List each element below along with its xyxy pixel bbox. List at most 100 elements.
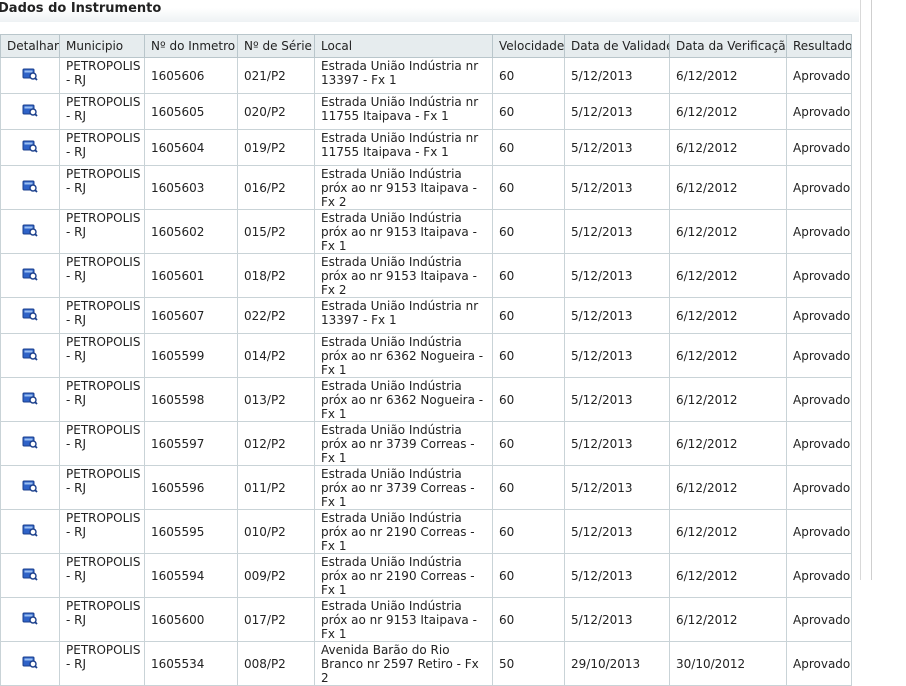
detalhar-cell bbox=[0, 641, 60, 686]
column-header-validade[interactable]: Data de Validade bbox=[564, 34, 670, 58]
validade-cell: 29/10/2013 bbox=[564, 641, 670, 686]
detalhar-cell bbox=[0, 129, 60, 166]
detail-magnifier-icon[interactable] bbox=[22, 307, 38, 321]
verificacao-cell: 6/12/2012 bbox=[669, 333, 787, 378]
table-row: PETROPOLIS - RJ 1605596 011/P2 Estrada Uniã… bbox=[0, 465, 852, 510]
resultado-cell: Aprovado bbox=[786, 509, 852, 554]
local-cell: Estrada União Indústria próx ao nr 2190 … bbox=[314, 553, 493, 598]
inmetro-cell: 1605534 bbox=[144, 641, 238, 686]
serie-cell: 020/P2 bbox=[237, 93, 315, 130]
detail-magnifier-icon[interactable] bbox=[22, 347, 38, 361]
municipio-cell: PETROPOLIS - RJ bbox=[59, 465, 145, 510]
velocidade-cell: 60 bbox=[492, 597, 565, 642]
column-header-velocidade[interactable]: Velocidade bbox=[492, 34, 565, 58]
inmetro-cell: 1605594 bbox=[144, 553, 238, 598]
detalhar-cell bbox=[0, 421, 60, 466]
instrument-table: Detalhar Municipio Nº do Inmetro Nº de S… bbox=[0, 34, 852, 686]
detail-magnifier-icon[interactable] bbox=[22, 179, 38, 193]
column-header-serie[interactable]: Nº de Série bbox=[237, 34, 315, 58]
velocidade-cell: 60 bbox=[492, 209, 565, 254]
detalhar-cell bbox=[0, 209, 60, 254]
validade-cell: 5/12/2013 bbox=[564, 253, 670, 298]
resultado-cell: Aprovado bbox=[786, 165, 852, 210]
detail-magnifier-icon[interactable] bbox=[22, 103, 38, 117]
verificacao-cell: 6/12/2012 bbox=[669, 93, 787, 130]
table-header-row: Detalhar Municipio Nº do Inmetro Nº de S… bbox=[0, 34, 852, 58]
velocidade-cell: 60 bbox=[492, 553, 565, 598]
resultado-cell: Aprovado bbox=[786, 297, 852, 334]
table-row: PETROPOLIS - RJ 1605597 012/P2 Estrada Uniã… bbox=[0, 421, 852, 466]
municipio-cell: PETROPOLIS - RJ bbox=[59, 253, 145, 298]
table-row: PETROPOLIS - RJ 1605606 021/P2 Estrada Uniã… bbox=[0, 57, 852, 94]
table-row: PETROPOLIS - RJ 1605600 017/P2 Estrada Uniã… bbox=[0, 597, 852, 642]
local-cell: Estrada União Indústria próx ao nr 6362 … bbox=[314, 377, 493, 422]
column-header-inmetro[interactable]: Nº do Inmetro bbox=[144, 34, 238, 58]
serie-cell: 008/P2 bbox=[237, 641, 315, 686]
table-row: PETROPOLIS - RJ 1605605 020/P2 Estrada Uniã… bbox=[0, 93, 852, 130]
local-cell: Estrada União Indústria próx ao nr 3739 … bbox=[314, 465, 493, 510]
inmetro-cell: 1605596 bbox=[144, 465, 238, 510]
detalhar-cell bbox=[0, 93, 60, 130]
detail-magnifier-icon[interactable] bbox=[22, 611, 38, 625]
detail-magnifier-icon[interactable] bbox=[22, 523, 38, 537]
scrollbar-track[interactable] bbox=[861, 0, 872, 580]
detail-magnifier-icon[interactable] bbox=[22, 391, 38, 405]
detail-magnifier-icon[interactable] bbox=[22, 567, 38, 581]
section-title: Dados do Instrumento bbox=[0, 1, 162, 16]
inmetro-cell: 1605604 bbox=[144, 129, 238, 166]
inmetro-cell: 1605598 bbox=[144, 377, 238, 422]
validade-cell: 5/12/2013 bbox=[564, 377, 670, 422]
municipio-cell: PETROPOLIS - RJ bbox=[59, 509, 145, 554]
detail-magnifier-icon[interactable] bbox=[22, 267, 38, 281]
column-header-verificacao[interactable]: Data da Verificação bbox=[669, 34, 787, 58]
inmetro-cell: 1605600 bbox=[144, 597, 238, 642]
serie-cell: 010/P2 bbox=[237, 509, 315, 554]
velocidade-cell: 60 bbox=[492, 129, 565, 166]
detail-magnifier-icon[interactable] bbox=[22, 223, 38, 237]
local-cell: Estrada União Indústria próx ao nr 3739 … bbox=[314, 421, 493, 466]
inmetro-cell: 1605603 bbox=[144, 165, 238, 210]
municipio-cell: PETROPOLIS - RJ bbox=[59, 129, 145, 166]
velocidade-cell: 60 bbox=[492, 253, 565, 298]
municipio-cell: PETROPOLIS - RJ bbox=[59, 57, 145, 94]
detalhar-cell bbox=[0, 509, 60, 554]
column-header-resultado[interactable]: Resultado bbox=[786, 34, 852, 58]
instrument-panel: Dados do Instrumento Detalhar Municipio … bbox=[0, 0, 861, 686]
inmetro-cell: 1605595 bbox=[144, 509, 238, 554]
validade-cell: 5/12/2013 bbox=[564, 597, 670, 642]
validade-cell: 5/12/2013 bbox=[564, 553, 670, 598]
velocidade-cell: 60 bbox=[492, 465, 565, 510]
resultado-cell: Aprovado bbox=[786, 93, 852, 130]
verificacao-cell: 6/12/2012 bbox=[669, 253, 787, 298]
verificacao-cell: 6/12/2012 bbox=[669, 597, 787, 642]
detalhar-cell bbox=[0, 377, 60, 422]
validade-cell: 5/12/2013 bbox=[564, 333, 670, 378]
serie-cell: 022/P2 bbox=[237, 297, 315, 334]
detalhar-cell bbox=[0, 597, 60, 642]
detail-magnifier-icon[interactable] bbox=[22, 435, 38, 449]
table-row: PETROPOLIS - RJ 1605603 016/P2 Estrada Uniã… bbox=[0, 165, 852, 210]
detail-magnifier-icon[interactable] bbox=[22, 655, 38, 669]
validade-cell: 5/12/2013 bbox=[564, 465, 670, 510]
serie-cell: 016/P2 bbox=[237, 165, 315, 210]
inmetro-cell: 1605605 bbox=[144, 93, 238, 130]
column-header-municipio[interactable]: Municipio bbox=[59, 34, 145, 58]
velocidade-cell: 60 bbox=[492, 165, 565, 210]
validade-cell: 5/12/2013 bbox=[564, 509, 670, 554]
validade-cell: 5/12/2013 bbox=[564, 129, 670, 166]
verificacao-cell: 6/12/2012 bbox=[669, 553, 787, 598]
verificacao-cell: 6/12/2012 bbox=[669, 165, 787, 210]
serie-cell: 014/P2 bbox=[237, 333, 315, 378]
verificacao-cell: 6/12/2012 bbox=[669, 465, 787, 510]
serie-cell: 013/P2 bbox=[237, 377, 315, 422]
resultado-cell: Aprovado bbox=[786, 553, 852, 598]
detail-magnifier-icon[interactable] bbox=[22, 479, 38, 493]
column-header-detalhar[interactable]: Detalhar bbox=[0, 34, 60, 58]
municipio-cell: PETROPOLIS - RJ bbox=[59, 93, 145, 130]
detail-magnifier-icon[interactable] bbox=[22, 139, 38, 153]
validade-cell: 5/12/2013 bbox=[564, 57, 670, 94]
detail-magnifier-icon[interactable] bbox=[22, 67, 38, 81]
municipio-cell: PETROPOLIS - RJ bbox=[59, 597, 145, 642]
table-row: PETROPOLIS - RJ 1605601 018/P2 Estrada Uniã… bbox=[0, 253, 852, 298]
column-header-local[interactable]: Local bbox=[314, 34, 493, 58]
